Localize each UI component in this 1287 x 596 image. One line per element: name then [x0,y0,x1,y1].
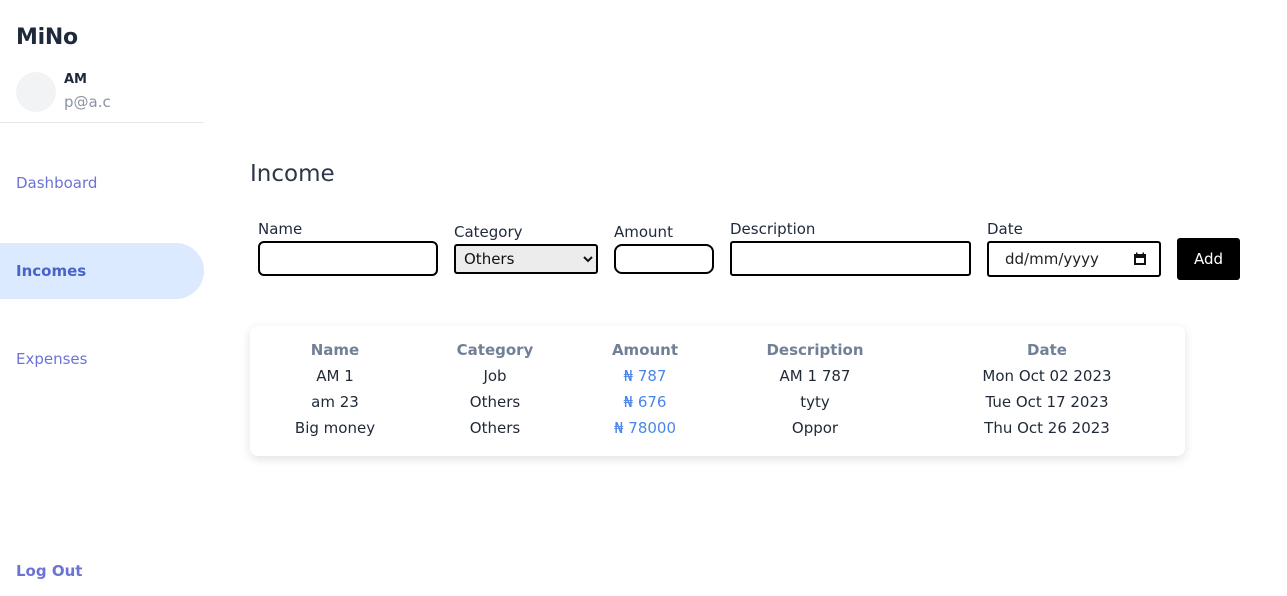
name-field-label: Name [258,220,303,238]
table-cell-date: Tue Oct 17 2023 [985,393,1109,411]
sidebar-item-expenses[interactable]: Expenses [0,331,204,387]
user-email: p@a.c [64,93,111,111]
category-field-label: Category [454,223,523,241]
page-title: Income [250,161,335,187]
date-field-label: Date [987,220,1023,238]
date-input[interactable]: dd/mm/yyyy [987,241,1161,277]
table-cell-date: Mon Oct 02 2023 [982,367,1112,385]
amount-input[interactable] [614,244,714,274]
income-table: Name Category Amount Description Date AM… [250,326,1185,456]
sidebar: MiNo AM p@a.c Dashboard Incomes Expenses… [0,0,204,596]
date-placeholder: dd/mm/yyyy [1005,250,1099,268]
avatar [16,72,56,112]
amount-field-label: Amount [614,223,673,241]
table-cell-date: Thu Oct 26 2023 [984,419,1110,437]
column-header-description: Description [766,341,864,359]
name-input[interactable] [258,241,438,276]
category-select[interactable]: Others [454,244,598,274]
table-cell-description: Oppor [791,419,839,437]
description-input[interactable] [730,241,971,276]
add-button[interactable]: Add [1177,238,1240,280]
app-brand: MiNo [16,25,78,50]
description-field-label: Description [730,220,816,238]
table-cell-description: tyty [800,393,830,411]
user-name: AM [64,72,87,87]
column-header-date: Date [1027,341,1067,359]
logout-link[interactable]: Log Out [16,562,82,580]
calendar-icon[interactable] [1133,252,1147,266]
user-profile: AM p@a.c [16,72,204,112]
sidebar-item-dashboard[interactable]: Dashboard [0,155,204,211]
sidebar-item-incomes[interactable]: Incomes [0,243,204,299]
sidebar-divider [0,122,204,123]
table-cell-description: AM 1 787 [779,367,851,385]
